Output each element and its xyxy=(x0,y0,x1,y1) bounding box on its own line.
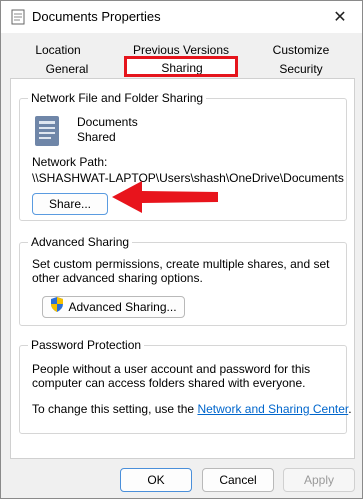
tab-general[interactable]: General xyxy=(12,60,122,78)
share-button[interactable]: Share... xyxy=(32,193,108,215)
password-protection-title: Password Protection xyxy=(28,338,145,352)
advanced-sharing-button[interactable]: Advanced Sharing... xyxy=(42,296,185,318)
network-sharing-title: Network File and Folder Sharing xyxy=(28,91,207,105)
folder-properties-icon xyxy=(11,9,25,25)
password-protection-group: Password Protection People without a use… xyxy=(19,338,352,434)
sharing-tab-highlight xyxy=(124,56,238,77)
close-button[interactable]: ✕ xyxy=(318,1,362,33)
tab-security[interactable]: Security xyxy=(246,60,356,78)
documents-library-icon xyxy=(34,115,60,150)
tab-location[interactable]: Location xyxy=(12,41,104,59)
password-protection-description: People without a user account and passwo… xyxy=(32,362,311,390)
change-setting-text: To change this setting, use the Network … xyxy=(32,402,352,416)
change-setting-prefix: To change this setting, use the xyxy=(32,402,198,416)
uac-shield-icon xyxy=(50,296,64,318)
network-sharing-center-link[interactable]: Network and Sharing Center xyxy=(197,402,348,416)
advanced-sharing-description: Set custom permissions, create multiple … xyxy=(32,257,330,285)
close-icon: ✕ xyxy=(333,9,347,26)
shared-item-name: Documents xyxy=(77,115,138,129)
title-bar: Documents Properties ✕ xyxy=(1,1,362,33)
advanced-sharing-group: Advanced Sharing Set custom permissions,… xyxy=(19,235,347,326)
cancel-button[interactable]: Cancel xyxy=(202,468,274,492)
red-arrow-icon xyxy=(112,181,220,216)
shared-item-status: Shared xyxy=(77,130,116,144)
apply-button[interactable]: Apply xyxy=(283,468,355,492)
sharing-panel: Network File and Folder Sharing Document… xyxy=(10,78,355,459)
change-setting-suffix: . xyxy=(348,402,352,416)
ok-button[interactable]: OK xyxy=(120,468,192,492)
properties-dialog: Documents Properties ✕ Location Previous… xyxy=(0,0,363,499)
advanced-sharing-button-label: Advanced Sharing... xyxy=(68,300,177,314)
tab-customize[interactable]: Customize xyxy=(246,41,356,59)
network-path-label: Network Path: xyxy=(32,155,108,169)
advanced-sharing-title: Advanced Sharing xyxy=(28,235,133,249)
window-title: Documents Properties xyxy=(32,9,161,24)
